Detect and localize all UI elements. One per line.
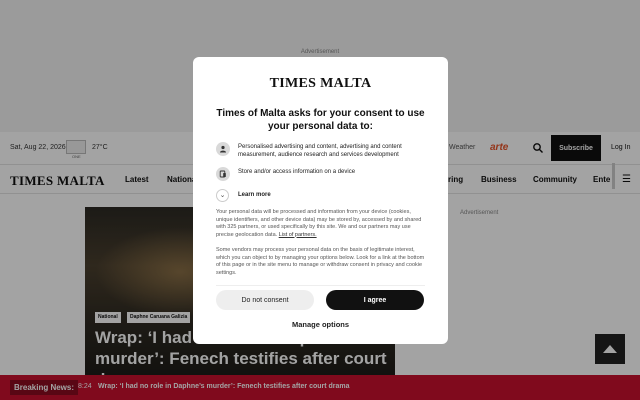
partners-list-link[interactable]: List of partners. [279, 232, 317, 238]
consent-paragraph: Your personal data will be processed and… [216, 209, 426, 239]
agree-button[interactable]: I agree [326, 290, 424, 310]
purpose-text: Store and/or access information on a dev… [238, 169, 356, 175]
dialog-logo: TIMES MALTA [269, 76, 372, 91]
divider [216, 285, 425, 286]
purpose-text: Personalised advertising and content, ad… [238, 144, 402, 158]
consent-dialog: TIMES MALTA Times of Malta asks for your… [193, 57, 448, 344]
legitimate-interest-paragraph: Some vendors may process your personal d… [216, 247, 425, 276]
do-not-consent-button[interactable]: Do not consent [216, 290, 314, 310]
person-icon [216, 142, 230, 156]
chevron-down-icon[interactable]: ⌄ [216, 189, 229, 202]
device-icon [216, 167, 230, 181]
consent-paragraph-text: Your personal data will be processed and… [216, 209, 422, 238]
manage-options-link[interactable]: Manage options [193, 320, 448, 329]
dialog-title: Times of Malta asks for your consent to … [216, 108, 425, 132]
learn-more-label[interactable]: Learn more [238, 192, 271, 198]
